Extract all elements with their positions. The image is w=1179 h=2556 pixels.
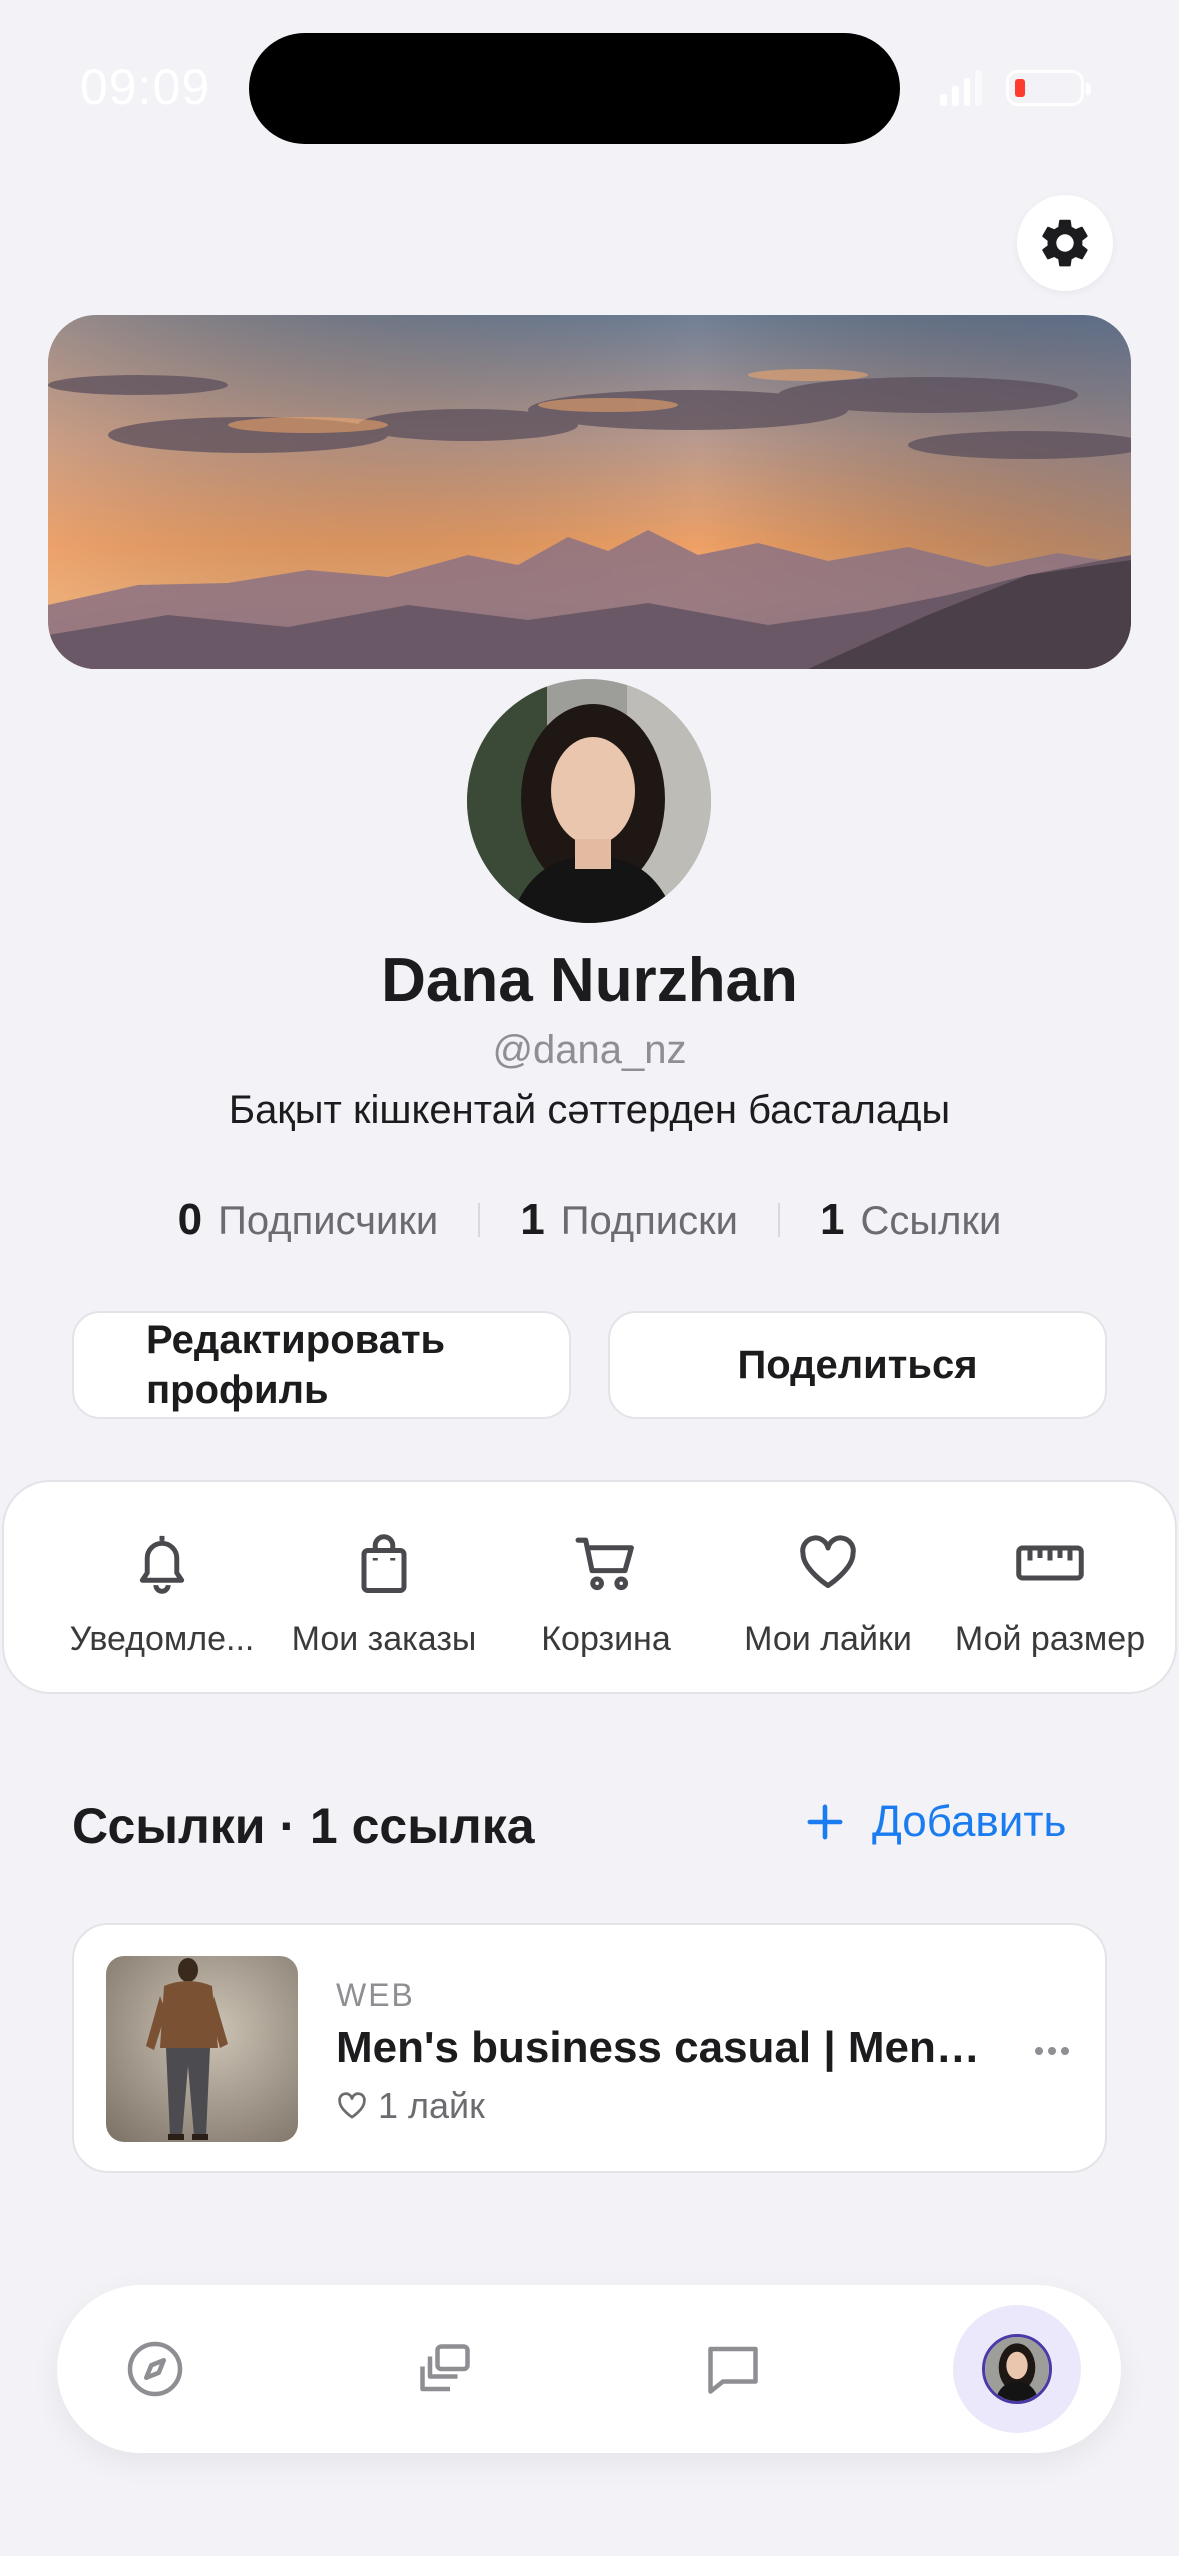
links-section-title: Ссылки · 1 ссылка <box>72 1798 535 1854</box>
more-options-button[interactable] <box>1034 2021 1070 2066</box>
tab-explore[interactable] <box>105 2319 205 2419</box>
profile-screen: 09:09 Dana Nurzhan @dana_nz Бақыт кішкен… <box>0 0 1179 2556</box>
stat-value: 1 <box>520 1195 545 1244</box>
quick-cart[interactable]: Корзина <box>496 1526 716 1659</box>
plus-icon <box>807 1804 843 1840</box>
battery-icon <box>1006 70 1091 106</box>
link-title: Men's business casual | Mens... <box>336 2023 996 2072</box>
profile-bio: Бақыт кішкентай сәттерден басталады <box>228 1088 951 1132</box>
link-type: WEB <box>336 1977 415 2013</box>
profile-avatar[interactable] <box>463 675 715 927</box>
shopping-bag-icon <box>361 1534 407 1593</box>
quick-likes[interactable]: Мои лайки <box>718 1526 938 1659</box>
quick-label: Мой размер <box>954 1620 1146 1658</box>
quick-orders[interactable]: Мои заказы <box>274 1526 494 1659</box>
profile-stats: 0 Подписчики 1 Подписки 1 Ссылки <box>0 1195 1179 1245</box>
link-thumbnail <box>106 1956 298 2142</box>
bell-icon <box>139 1535 185 1594</box>
dynamic-island <box>249 33 900 144</box>
stat-followers[interactable]: 0 Подписчики <box>138 1195 479 1245</box>
quick-label: Корзина <box>541 1620 671 1658</box>
compass-icon <box>127 2341 183 2397</box>
link-card[interactable]: WEB Men's business casual | Mens... 1 ла… <box>72 1923 1107 2173</box>
edit-profile-label-line2: профиль <box>146 1368 329 1412</box>
share-label: Поделиться <box>737 1342 978 1387</box>
stat-value: 1 <box>820 1195 845 1244</box>
mens-fashion-image <box>106 1956 298 2142</box>
add-link-label: Добавить <box>872 1797 1067 1846</box>
stat-following[interactable]: 1 Подписки <box>480 1195 778 1245</box>
profile-banner[interactable] <box>48 315 1131 669</box>
quick-size[interactable]: Мой размер <box>940 1526 1160 1659</box>
tab-profile[interactable] <box>953 2305 1081 2433</box>
tab-collections[interactable] <box>395 2319 495 2419</box>
stack-icon <box>420 2344 470 2392</box>
status-time: 09:09 <box>80 59 211 115</box>
ellipsis-icon <box>1035 2047 1069 2055</box>
profile-avatar-icon <box>982 2334 1052 2404</box>
share-button[interactable]: Поделиться <box>608 1311 1107 1419</box>
heart-icon <box>800 1535 856 1588</box>
stat-label: Ссылки <box>860 1199 1002 1243</box>
link-likes-count: 1 лайк <box>378 2085 485 2126</box>
tab-messages[interactable] <box>683 2319 783 2419</box>
settings-button[interactable] <box>1017 195 1113 291</box>
edit-profile-button[interactable]: Редактировать профиль <box>72 1311 571 1419</box>
stat-links[interactable]: 1 Ссылки <box>780 1195 1041 1245</box>
cart-icon <box>575 1537 634 1591</box>
heart-outline-icon <box>338 2092 366 2119</box>
tab-bar <box>57 2285 1121 2453</box>
add-link-button[interactable]: Добавить <box>806 1797 1066 1847</box>
quick-label: Мои заказы <box>291 1620 477 1658</box>
signal-icon <box>940 70 982 106</box>
gear-icon <box>1042 219 1088 267</box>
quick-label: Уведомле... <box>69 1620 255 1658</box>
stat-label: Подписчики <box>218 1199 439 1243</box>
profile-name: Dana Nurzhan <box>381 946 798 1015</box>
link-likes[interactable]: 1 лайк <box>336 2085 485 2127</box>
profile-handle: @dana_nz <box>492 1028 687 1072</box>
mountain-sunset-image <box>48 315 1131 669</box>
chat-icon <box>708 2346 758 2394</box>
edit-profile-label-line1: Редактировать <box>146 1318 446 1362</box>
quick-menu: Уведомле... Мои заказы Корзина Мои лайки… <box>2 1480 1177 1694</box>
stat-value: 0 <box>177 1195 203 1244</box>
quick-label: Мои лайки <box>744 1620 912 1658</box>
ruler-icon <box>1016 1545 1084 1581</box>
quick-notifications[interactable]: Уведомле... <box>52 1526 272 1659</box>
avatar-photo <box>467 679 711 923</box>
stat-label: Подписки <box>560 1199 738 1243</box>
